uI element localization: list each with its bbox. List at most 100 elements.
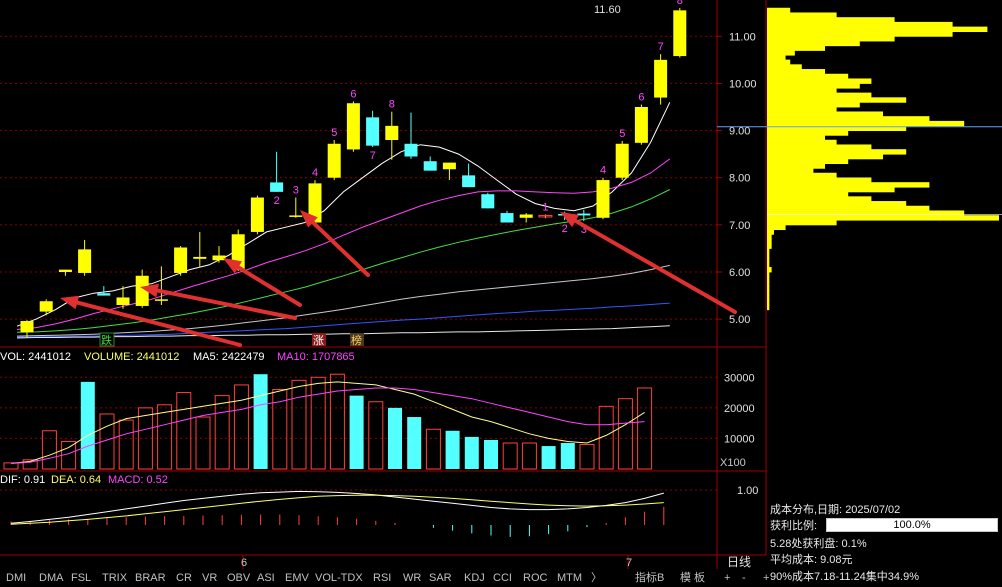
volume-bar: [541, 446, 556, 469]
profile-bar: [767, 120, 965, 127]
profit-ratio-value: 100.0%: [893, 519, 931, 531]
tab-wr[interactable]: WR: [401, 571, 423, 585]
tab-emv[interactable]: EMV: [283, 571, 311, 585]
tab-cr[interactable]: CR: [174, 571, 194, 585]
tab-rsi[interactable]: RSI: [371, 571, 393, 585]
profile-bar: [767, 285, 770, 292]
macd-tick-label: 1.00: [737, 485, 758, 497]
vol-ma10-legend: MA10: 1707865: [277, 351, 355, 363]
tab-[interactable]: +: [761, 571, 771, 585]
price-tick-label: 6.00: [729, 267, 750, 279]
volume-bar: [176, 392, 192, 470]
tab-mtm[interactable]: MTM: [555, 571, 584, 585]
cost-distribution-profile: [717, 7, 1002, 311]
volume-bar: [80, 381, 95, 469]
sequence-marker: 6: [638, 92, 644, 104]
sequence-marker: 2: [562, 223, 568, 235]
candle-body: [78, 249, 92, 273]
tab-vr[interactable]: VR: [200, 571, 219, 585]
volume-bar: [329, 373, 345, 470]
profile-bar: [767, 139, 837, 146]
candle-body: [20, 321, 34, 333]
period-label[interactable]: 日线: [727, 555, 751, 569]
cost-title: 成本分布,日期:: [770, 504, 843, 516]
date-marker-7: 7: [626, 557, 632, 569]
tab-sar[interactable]: SAR: [427, 571, 454, 585]
tab-asi[interactable]: ASI: [255, 571, 277, 585]
volume-bar: [560, 443, 575, 469]
volume-bar: [521, 442, 537, 470]
macd-indicator: [10, 490, 665, 537]
volume-bar: [502, 442, 518, 470]
cost-date: 2025/07/02: [845, 504, 901, 516]
volume-bars: [3, 373, 653, 470]
volume-bar: [425, 428, 441, 470]
profile-bar: [767, 12, 837, 18]
profile-bar: [767, 64, 802, 70]
tab-[interactable]: +: [722, 571, 732, 585]
annotation-arrow-shaft: [236, 265, 302, 307]
profile-bar: [767, 54, 786, 61]
tab-b[interactable]: 指标B: [633, 571, 666, 585]
tab-roc[interactable]: ROC: [521, 571, 549, 585]
tab-[interactable]: 模 板: [678, 571, 707, 585]
profile-bar: [767, 7, 791, 14]
sequence-marker: 7: [370, 150, 376, 162]
profile-bar: [767, 172, 837, 179]
profile-bar: [767, 92, 872, 99]
candle-body: [519, 214, 533, 218]
profile-bar: [767, 106, 837, 113]
profile-bar: [767, 111, 883, 117]
tab-dmi[interactable]: DMI: [4, 571, 28, 585]
volume-bar: [118, 419, 134, 470]
candle-body: [673, 10, 687, 57]
vol-ma5-legend: MA5: 2422479: [193, 351, 265, 363]
tab-[interactable]: 〉: [589, 571, 604, 585]
candle-body: [442, 162, 456, 170]
tab-kdj[interactable]: KDJ: [462, 571, 487, 585]
price-tick-label: 8.00: [729, 173, 750, 185]
candle-body: [366, 117, 380, 146]
profile-bar: [767, 45, 825, 51]
profile-bar: [767, 281, 770, 287]
tab-trix[interactable]: TRIX: [100, 571, 129, 585]
profile-bar: [767, 78, 872, 84]
profile-bar: [767, 182, 930, 188]
sequence-marker: 7: [658, 41, 664, 53]
profile-bar: [767, 224, 786, 231]
tab-obv[interactable]: OBV: [225, 571, 252, 585]
candle-body: [174, 247, 188, 273]
volume-bar: [195, 416, 211, 470]
concentration-text: 90%成本7.18-11.24集中34.9%: [770, 571, 919, 583]
profile-bar: [767, 257, 770, 264]
candle-body: [346, 103, 360, 150]
tab-[interactable]: -: [740, 571, 748, 585]
annotation-arrow-head: [60, 295, 80, 310]
volume-bar: [41, 430, 57, 470]
profile-bar: [767, 229, 774, 235]
price-tick-label: 7.00: [729, 220, 750, 232]
avg-cost-row: 平均成本: 9.08元: [770, 553, 853, 567]
tab-cci[interactable]: CCI: [491, 571, 514, 585]
volume-bar: [157, 404, 173, 470]
tab-brar[interactable]: BRAR: [133, 571, 168, 585]
price-tick-label: 9.00: [729, 126, 750, 138]
sequence-marker: 1: [542, 201, 548, 213]
volume-bar: [310, 376, 326, 470]
sequence-marker: 8: [389, 99, 395, 111]
candle-body: [193, 256, 207, 259]
date-marker-6: 6: [241, 557, 247, 569]
profile-bar: [767, 205, 930, 212]
candle-body: [116, 297, 130, 305]
profile-bar: [767, 40, 860, 47]
volume-tick-label: 30000: [724, 372, 755, 384]
profile-bar: [767, 97, 907, 103]
sequence-marker: 5: [331, 127, 337, 139]
tab-dma[interactable]: DMA: [37, 571, 65, 585]
tab-fsl[interactable]: FSL: [69, 571, 93, 585]
tab-vol-tdx[interactable]: VOL-TDX: [313, 571, 365, 585]
volume-bar: [233, 384, 249, 470]
vol-legend: VOL: 2441012: [0, 351, 71, 363]
profile-bar: [767, 234, 772, 240]
volume-bar: [464, 436, 479, 469]
